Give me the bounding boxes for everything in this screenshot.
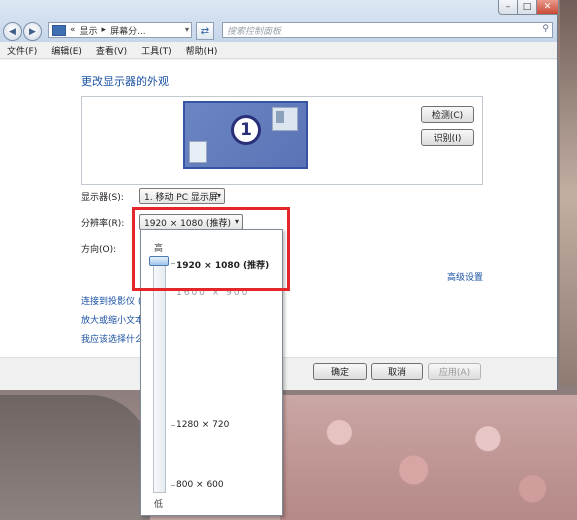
chevron-down-icon: ▾ <box>216 191 221 200</box>
orientation-label: 方向(O): <box>81 245 117 255</box>
highlight-annotation <box>132 207 290 291</box>
slider-tick <box>171 485 175 486</box>
back-button[interactable]: ◀ <box>3 22 22 41</box>
slider-tick <box>171 425 175 426</box>
menu-edit[interactable]: 编辑(E) <box>51 44 82 57</box>
background-right <box>560 0 577 390</box>
control-panel-icon <box>52 24 66 36</box>
forward-button[interactable]: ▶ <box>23 22 42 41</box>
refresh-icon: ⇄ <box>200 25 210 37</box>
maximize-icon: □ <box>522 2 532 12</box>
menu-tools[interactable]: 工具(T) <box>141 44 172 57</box>
arrow-left-icon: ◀ <box>9 26 16 37</box>
close-icon: ✕ <box>543 2 552 12</box>
menu-bar: 文件(F) 编辑(E) 查看(V) 工具(T) 帮助(H) <box>0 42 557 59</box>
close-button[interactable]: ✕ <box>536 0 559 15</box>
background-sheet <box>280 395 577 520</box>
title-bar: ◀ ▶ « 显示 ▸ 屏幕分... ▾ ⇄ 搜索控制面板 ⚲ – □ ✕ <box>0 0 559 42</box>
refresh-button[interactable]: ⇄ <box>196 22 214 40</box>
which-settings-link[interactable]: 我应该选择什么 <box>81 332 144 345</box>
slider-low-label: 低 <box>154 500 164 510</box>
breadcrumb-display[interactable]: 显示 <box>80 24 98 37</box>
resolution-option[interactable]: 1280 × 720 <box>176 420 229 430</box>
connect-projector-link[interactable]: 连接到投影仪 ( <box>81 294 141 307</box>
ok-button[interactable]: 确定 <box>313 363 367 380</box>
menu-view[interactable]: 查看(V) <box>96 44 127 57</box>
chevron-down-icon[interactable]: ▾ <box>185 25 189 34</box>
apply-button[interactable]: 应用(A) <box>428 363 481 380</box>
address-bar[interactable]: « 显示 ▸ 屏幕分... ▾ <box>48 22 192 38</box>
maximize-button[interactable]: □ <box>517 0 537 15</box>
advanced-settings-link[interactable]: 高级设置 <box>447 270 483 283</box>
resolution-label: 分辨率(R): <box>81 219 125 229</box>
page-title: 更改显示器的外观 <box>81 75 169 88</box>
menu-file[interactable]: 文件(F) <box>7 44 37 57</box>
background-cloth <box>0 395 150 520</box>
text-size-link[interactable]: 放大或缩小文本 <box>81 313 144 326</box>
search-placeholder: 搜索控制面板 <box>227 26 282 37</box>
minimize-button[interactable]: – <box>498 0 518 15</box>
detect-button[interactable]: 检测(C) <box>421 106 474 123</box>
display-select-value: 1. 移动 PC 显示屏 <box>144 192 218 203</box>
search-icon[interactable]: ⚲ <box>542 24 549 34</box>
monitor-1-tile[interactable]: 1 <box>183 101 308 169</box>
cancel-button[interactable]: 取消 <box>371 363 423 380</box>
resolution-slider-track[interactable] <box>153 256 166 493</box>
window-thumbnail-icon <box>189 141 207 163</box>
identify-button[interactable]: 识别(I) <box>421 129 474 146</box>
window-thumbnail-icon <box>272 107 298 131</box>
address-chevrons: « <box>70 25 76 35</box>
breadcrumb-resolution[interactable]: 屏幕分... <box>110 24 146 37</box>
menu-help[interactable]: 帮助(H) <box>186 44 218 57</box>
resolution-option[interactable]: 800 × 600 <box>176 480 224 490</box>
arrow-right-icon: ▶ <box>29 26 36 37</box>
display-label: 显示器(S): <box>81 193 124 203</box>
search-input[interactable]: 搜索控制面板 ⚲ <box>222 22 553 38</box>
display-select[interactable]: 1. 移动 PC 显示屏 ▾ <box>139 188 225 204</box>
minimize-icon: – <box>505 2 511 12</box>
monitor-number: 1 <box>231 115 261 145</box>
monitor-preview-panel: 1 检测(C) 识别(I) <box>81 96 483 185</box>
breadcrumb-separator: ▸ <box>101 25 107 35</box>
